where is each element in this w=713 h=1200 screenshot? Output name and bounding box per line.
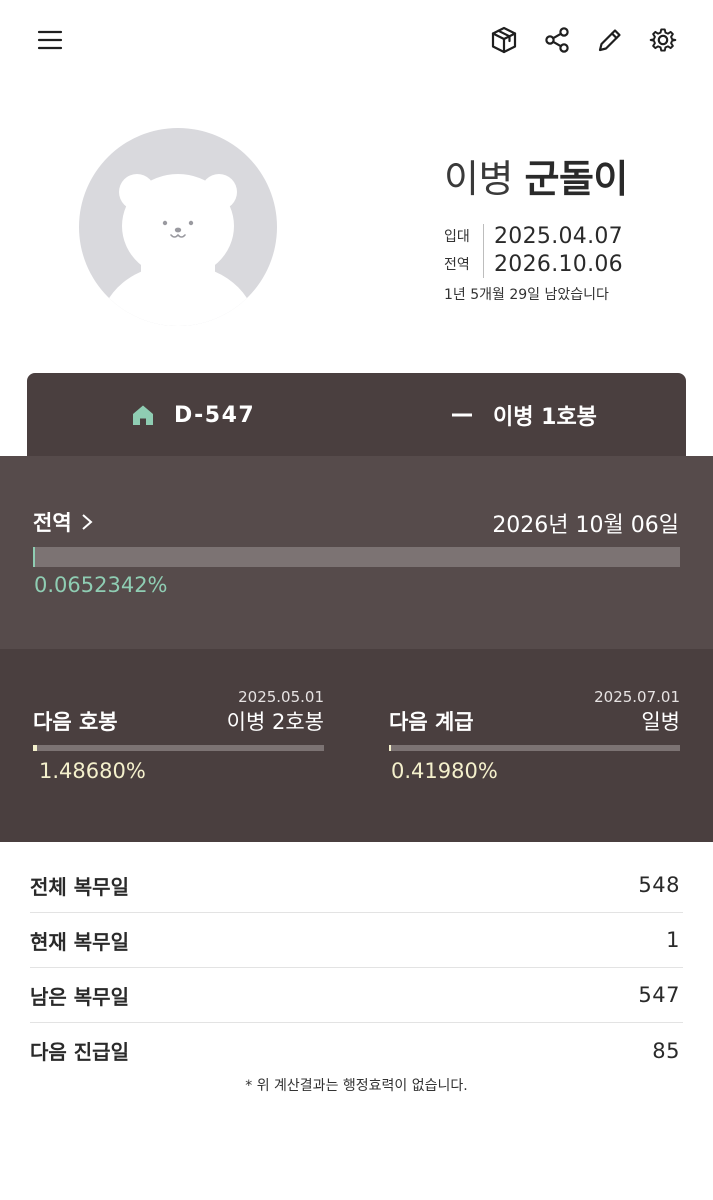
next-rank-progress-bar xyxy=(389,745,680,751)
next-pay-progress-bar xyxy=(33,745,324,751)
stat-value: 1 xyxy=(666,928,680,952)
next-rank-target: 일병 xyxy=(641,710,680,734)
dday-label: D-547 xyxy=(174,402,256,428)
stat-value: 547 xyxy=(638,983,680,1007)
dates-divider xyxy=(483,224,484,278)
pay-grade-label: 이병 1호봉 xyxy=(493,405,597,430)
next-rank-title: 다음 계급 xyxy=(389,710,474,734)
share-button[interactable] xyxy=(537,20,577,60)
top-bar xyxy=(0,0,713,80)
soldier-name: 군돌이 xyxy=(524,157,629,201)
next-rank-progress-fill xyxy=(389,745,391,751)
soldier-title: 이병 군돌이 xyxy=(444,148,628,203)
gear-icon xyxy=(649,28,677,52)
next-rank-date: 2025.07.01 xyxy=(594,688,680,706)
app-screen: 이병 군돌이 입대 2025.04.07 전역 2026.10.06 1년 5개… xyxy=(0,0,713,1200)
disclaimer-text: * 위 계산결과는 행정효력이 없습니다. xyxy=(245,1078,468,1094)
discharge-percent: 0.0652342% xyxy=(34,573,168,597)
enlist-label: 입대 xyxy=(444,229,470,245)
service-stats: 전체 복무일 548 현재 복무일 1 남은 복무일 547 다음 진급일 85 xyxy=(30,858,683,1078)
bear-avatar-icon xyxy=(100,174,256,326)
stat-row-total: 전체 복무일 548 xyxy=(30,858,683,913)
next-pay-date: 2025.05.01 xyxy=(238,688,324,706)
stat-label: 다음 진급일 xyxy=(30,1040,129,1064)
tab-pay-grade[interactable]: 이병 1호봉 xyxy=(451,373,597,457)
edit-button[interactable] xyxy=(590,20,630,60)
menu-button[interactable] xyxy=(30,20,70,60)
discharge-label: 전역 xyxy=(444,257,470,273)
stat-value: 548 xyxy=(638,873,680,897)
stat-row-next-promotion: 다음 진급일 85 xyxy=(30,1023,683,1078)
settings-button[interactable] xyxy=(643,20,683,60)
discharge-progress-fill xyxy=(33,547,35,567)
discharge-title: 전역 xyxy=(33,511,72,535)
stat-value: 85 xyxy=(652,1038,680,1063)
stat-label: 전체 복무일 xyxy=(30,874,129,899)
share-icon xyxy=(545,27,569,53)
tab-dday[interactable]: D-547 xyxy=(132,373,255,457)
discharge-link[interactable]: 전역 xyxy=(33,507,94,537)
discharge-row: 전역 2026.10.06 xyxy=(444,250,623,278)
stat-row-current: 현재 복무일 1 xyxy=(30,913,683,968)
dash-icon xyxy=(451,404,473,426)
service-dates: 입대 2025.04.07 전역 2026.10.06 xyxy=(444,222,623,278)
menu-icon xyxy=(37,30,63,50)
rank-text: 이병 xyxy=(444,157,513,201)
stat-label: 남은 복무일 xyxy=(30,984,129,1009)
chevron-right-icon xyxy=(81,514,93,530)
discharge-date-full: 2026년 10월 06일 xyxy=(492,513,679,538)
summary-tabs: D-547 이병 1호봉 xyxy=(27,373,686,457)
pencil-icon xyxy=(598,29,621,52)
box-icon xyxy=(491,26,517,54)
discharge-date-short: 2026.10.06 xyxy=(494,251,623,277)
next-rank-percent: 0.41980% xyxy=(391,759,498,783)
next-pay-percent: 1.48680% xyxy=(39,759,146,783)
stat-label: 현재 복무일 xyxy=(30,929,129,954)
remaining-text: 1년 5개월 29일 남았습니다 xyxy=(444,287,609,303)
next-pay-target: 이병 2호봉 xyxy=(226,710,324,734)
enlist-date: 2025.04.07 xyxy=(494,223,623,249)
next-pay-title: 다음 호봉 xyxy=(33,710,118,734)
stat-row-remaining: 남은 복무일 547 xyxy=(30,968,683,1023)
discharge-progress-bar xyxy=(33,547,680,567)
profile-avatar[interactable] xyxy=(79,128,277,326)
enlist-row: 입대 2025.04.07 xyxy=(444,222,623,250)
next-pay-progress-fill xyxy=(33,745,38,751)
box-button[interactable] xyxy=(484,20,524,60)
home-icon xyxy=(132,404,154,426)
